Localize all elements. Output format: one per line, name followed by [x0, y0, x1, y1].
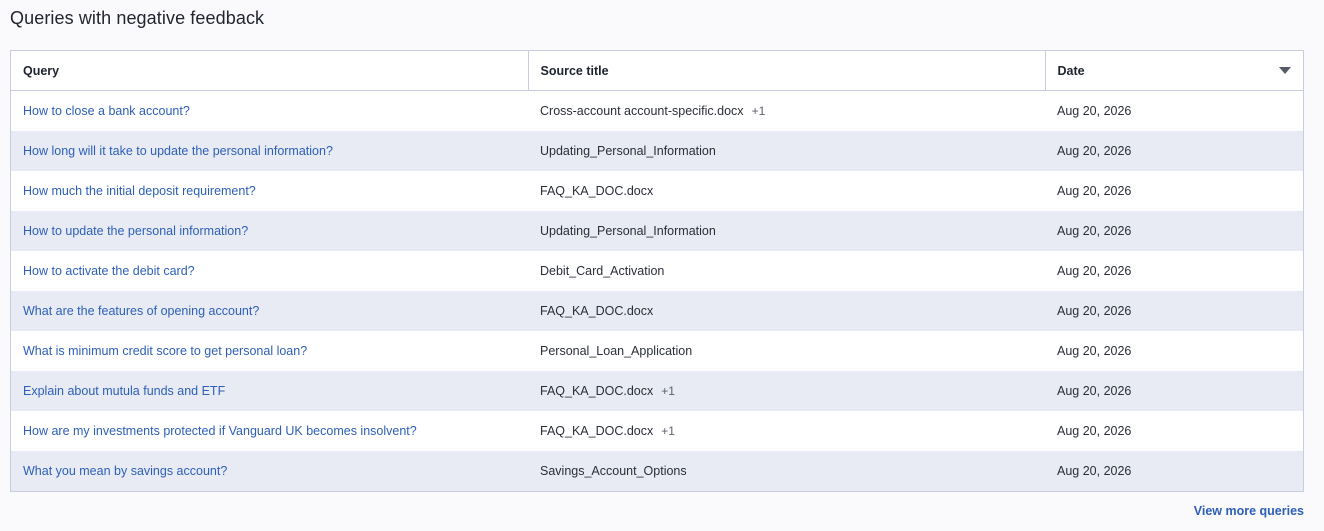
- query-link[interactable]: How much the initial deposit requirement…: [23, 184, 256, 198]
- date-value: Aug 20, 2026: [1057, 264, 1132, 278]
- query-cell: What you mean by savings account?: [11, 451, 528, 491]
- query-cell: How long will it take to update the pers…: [11, 131, 528, 171]
- date-value: Aug 20, 2026: [1057, 344, 1132, 358]
- table-row: What you mean by savings account? Savings…: [11, 451, 1303, 491]
- query-link[interactable]: How long will it take to update the pers…: [23, 144, 333, 158]
- additional-sources-badge[interactable]: +1: [661, 424, 675, 438]
- date-cell: Aug 20, 2026: [1045, 331, 1303, 371]
- table-body: How to close a bank account? Cross-accoun…: [11, 91, 1303, 491]
- column-header-query[interactable]: Query: [11, 51, 528, 91]
- source-title-cell: Updating_Personal_Information: [528, 131, 1045, 171]
- table-row: How to activate the debit card? Debit_Car…: [11, 251, 1303, 291]
- table-row: What is minimum credit score to get pers…: [11, 331, 1303, 371]
- source-title-cell: FAQ_KA_DOC.docx: [528, 291, 1045, 331]
- caret-down-icon[interactable]: [1279, 67, 1291, 74]
- section-title: Queries with negative feedback: [10, 8, 265, 28]
- source-title: FAQ_KA_DOC.docx: [540, 384, 654, 398]
- date-cell: Aug 20, 2026: [1045, 211, 1303, 251]
- source-title: Personal_Loan_Application: [540, 344, 693, 358]
- date-value: Aug 20, 2026: [1057, 144, 1132, 158]
- source-title-cell: Updating_Personal_Information: [528, 211, 1045, 251]
- source-title-cell: Personal_Loan_Application: [528, 331, 1045, 371]
- date-value: Aug 20, 2026: [1057, 104, 1132, 118]
- query-cell: How to activate the debit card?: [11, 251, 528, 291]
- table-row: How to close a bank account? Cross-accoun…: [11, 91, 1303, 132]
- query-link[interactable]: How to activate the debit card?: [23, 264, 195, 278]
- source-title: Savings_Account_Options: [540, 464, 687, 478]
- source-title-cell: FAQ_KA_DOC.docx: [528, 171, 1045, 211]
- query-link[interactable]: What you mean by savings account?: [23, 464, 227, 478]
- query-link[interactable]: What is minimum credit score to get pers…: [23, 344, 307, 358]
- query-cell: Explain about mutula funds and ETF: [11, 371, 528, 411]
- query-link[interactable]: Explain about mutula funds and ETF: [23, 384, 225, 398]
- date-cell: Aug 20, 2026: [1045, 171, 1303, 211]
- date-cell: Aug 20, 2026: [1045, 91, 1303, 132]
- source-title: Updating_Personal_Information: [540, 224, 716, 238]
- date-cell: Aug 20, 2026: [1045, 251, 1303, 291]
- source-title-cell: Debit_Card_Activation: [528, 251, 1045, 291]
- date-cell: Aug 20, 2026: [1045, 371, 1303, 411]
- date-value: Aug 20, 2026: [1057, 304, 1132, 318]
- date-value: Aug 20, 2026: [1057, 464, 1132, 478]
- date-value: Aug 20, 2026: [1057, 424, 1132, 438]
- queries-table-container: Query Source title Date How to close a b…: [10, 50, 1304, 492]
- source-title-cell: FAQ_KA_DOC.docx +1: [528, 371, 1045, 411]
- table-row: How are my investments protected if Vang…: [11, 411, 1303, 451]
- source-title: FAQ_KA_DOC.docx: [540, 184, 654, 198]
- query-cell: How much the initial deposit requirement…: [11, 171, 528, 211]
- query-cell: How to close a bank account?: [11, 91, 528, 132]
- date-cell: Aug 20, 2026: [1045, 411, 1303, 451]
- negative-feedback-panel: Queries with negative feedback Query Sou…: [0, 0, 1324, 531]
- query-link[interactable]: How to close a bank account?: [23, 104, 190, 118]
- source-title: FAQ_KA_DOC.docx: [540, 304, 654, 318]
- table-row: How much the initial deposit requirement…: [11, 171, 1303, 211]
- date-value: Aug 20, 2026: [1057, 224, 1132, 238]
- date-cell: Aug 20, 2026: [1045, 291, 1303, 331]
- date-value: Aug 20, 2026: [1057, 384, 1132, 398]
- source-title: FAQ_KA_DOC.docx: [540, 424, 654, 438]
- table-header-row: Query Source title Date: [11, 51, 1303, 91]
- column-header-date[interactable]: Date: [1044, 51, 1303, 91]
- query-cell: What are the features of opening account…: [11, 291, 528, 331]
- source-title-cell: Cross-account account-specific.docx +1: [528, 91, 1045, 132]
- date-value: Aug 20, 2026: [1057, 184, 1132, 198]
- query-link[interactable]: What are the features of opening account…: [23, 304, 259, 318]
- source-title-cell: Savings_Account_Options: [528, 451, 1045, 491]
- table-row: What are the features of opening account…: [11, 291, 1303, 331]
- date-cell: Aug 20, 2026: [1045, 131, 1303, 171]
- source-title: Cross-account account-specific.docx: [540, 104, 744, 118]
- query-cell: What is minimum credit score to get pers…: [11, 331, 528, 371]
- query-cell: How to update the personal information?: [11, 211, 528, 251]
- additional-sources-badge[interactable]: +1: [752, 104, 766, 118]
- source-title: Updating_Personal_Information: [540, 144, 716, 158]
- source-title: Debit_Card_Activation: [540, 264, 665, 278]
- column-header-source-title[interactable]: Source title: [527, 51, 1045, 91]
- query-link[interactable]: How to update the personal information?: [23, 224, 248, 238]
- query-cell: How are my investments protected if Vang…: [11, 411, 528, 451]
- source-title-cell: FAQ_KA_DOC.docx +1: [528, 411, 1045, 451]
- view-more-queries-link[interactable]: View more queries: [1194, 504, 1304, 518]
- table-row: How long will it take to update the pers…: [11, 131, 1303, 171]
- queries-table: Query Source title Date How to close a b…: [11, 51, 1303, 491]
- table-row: How to update the personal information? U…: [11, 211, 1303, 251]
- date-cell: Aug 20, 2026: [1045, 451, 1303, 491]
- table-row: Explain about mutula funds and ETF FAQ_KA…: [11, 371, 1303, 411]
- query-link[interactable]: How are my investments protected if Vang…: [23, 424, 417, 438]
- additional-sources-badge[interactable]: +1: [661, 384, 675, 398]
